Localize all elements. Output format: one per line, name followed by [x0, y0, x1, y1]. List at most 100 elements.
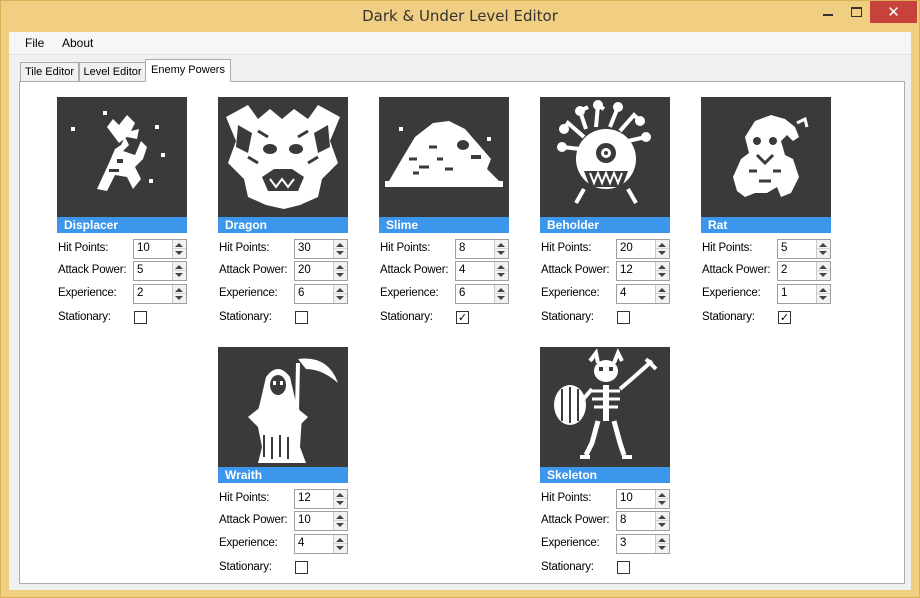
- menu-file[interactable]: File: [25, 36, 44, 50]
- stepper-arrows[interactable]: [816, 285, 830, 303]
- arrow-down-icon[interactable]: [497, 273, 505, 277]
- arrow-down-icon[interactable]: [175, 251, 183, 255]
- skeleton-icon[interactable]: [540, 347, 670, 467]
- stepper-arrows[interactable]: [655, 535, 669, 553]
- stepper-arrows[interactable]: [816, 262, 830, 280]
- arrow-down-icon[interactable]: [336, 296, 344, 300]
- arrow-up-icon[interactable]: [819, 243, 827, 247]
- hit-points-stepper[interactable]: 20: [616, 239, 670, 259]
- experience-stepper[interactable]: 4: [294, 534, 348, 554]
- attack-power-value[interactable]: 12: [620, 264, 633, 276]
- stepper-arrows[interactable]: [655, 490, 669, 508]
- arrow-up-icon[interactable]: [336, 538, 344, 542]
- tab-level-editor[interactable]: Level Editor: [79, 62, 146, 81]
- arrow-down-icon[interactable]: [658, 546, 666, 550]
- arrow-down-icon[interactable]: [336, 501, 344, 505]
- hit-points-stepper[interactable]: 8: [455, 239, 509, 259]
- arrow-up-icon[interactable]: [497, 265, 505, 269]
- stationary-checkbox[interactable]: [295, 311, 308, 324]
- experience-value[interactable]: 1: [781, 287, 787, 299]
- attack-power-stepper[interactable]: 2: [777, 261, 831, 281]
- arrow-down-icon[interactable]: [175, 273, 183, 277]
- minimize-button[interactable]: [813, 1, 843, 23]
- hit-points-value[interactable]: 10: [137, 242, 150, 254]
- hit-points-value[interactable]: 20: [620, 242, 633, 254]
- attack-power-stepper[interactable]: 4: [455, 261, 509, 281]
- attack-power-value[interactable]: 8: [620, 514, 626, 526]
- hit-points-stepper[interactable]: 30: [294, 239, 348, 259]
- hit-points-value[interactable]: 30: [298, 242, 311, 254]
- stepper-arrows[interactable]: [816, 240, 830, 258]
- stationary-checkbox[interactable]: [617, 311, 630, 324]
- arrow-up-icon[interactable]: [175, 243, 183, 247]
- stationary-checkbox[interactable]: [295, 561, 308, 574]
- arrow-down-icon[interactable]: [819, 296, 827, 300]
- tab-enemy-powers[interactable]: Enemy Powers: [145, 59, 231, 82]
- arrow-down-icon[interactable]: [497, 251, 505, 255]
- attack-power-stepper[interactable]: 10: [294, 511, 348, 531]
- stepper-arrows[interactable]: [333, 262, 347, 280]
- stepper-arrows[interactable]: [333, 490, 347, 508]
- hit-points-stepper[interactable]: 12: [294, 489, 348, 509]
- arrow-down-icon[interactable]: [336, 546, 344, 550]
- hit-points-value[interactable]: 10: [620, 492, 633, 504]
- arrow-down-icon[interactable]: [658, 296, 666, 300]
- arrow-up-icon[interactable]: [658, 515, 666, 519]
- arrow-up-icon[interactable]: [658, 243, 666, 247]
- stationary-checkbox-checked[interactable]: ✓: [456, 311, 469, 324]
- experience-value[interactable]: 3: [620, 537, 626, 549]
- stepper-arrows[interactable]: [333, 535, 347, 553]
- arrow-down-icon[interactable]: [658, 523, 666, 527]
- attack-power-stepper[interactable]: 12: [616, 261, 670, 281]
- attack-power-value[interactable]: 5: [137, 264, 143, 276]
- displacer-icon[interactable]: [57, 97, 187, 217]
- stepper-arrows[interactable]: [494, 240, 508, 258]
- experience-stepper[interactable]: 2: [133, 284, 187, 304]
- attack-power-stepper[interactable]: 5: [133, 261, 187, 281]
- stepper-arrows[interactable]: [172, 262, 186, 280]
- arrow-down-icon[interactable]: [658, 273, 666, 277]
- arrow-up-icon[interactable]: [819, 265, 827, 269]
- stepper-arrows[interactable]: [655, 240, 669, 258]
- stepper-arrows[interactable]: [655, 285, 669, 303]
- experience-stepper[interactable]: 6: [455, 284, 509, 304]
- attack-power-value[interactable]: 20: [298, 264, 311, 276]
- experience-stepper[interactable]: 3: [616, 534, 670, 554]
- arrow-down-icon[interactable]: [336, 273, 344, 277]
- arrow-up-icon[interactable]: [175, 288, 183, 292]
- title-bar[interactable]: Dark & Under Level Editor ✕: [1, 1, 919, 31]
- maximize-button[interactable]: [843, 1, 870, 23]
- arrow-up-icon[interactable]: [175, 265, 183, 269]
- hit-points-value[interactable]: 8: [459, 242, 465, 254]
- stepper-arrows[interactable]: [333, 285, 347, 303]
- attack-power-stepper[interactable]: 8: [616, 511, 670, 531]
- beholder-icon[interactable]: [540, 97, 670, 217]
- arrow-down-icon[interactable]: [336, 251, 344, 255]
- arrow-up-icon[interactable]: [336, 515, 344, 519]
- stepper-arrows[interactable]: [494, 262, 508, 280]
- arrow-up-icon[interactable]: [336, 243, 344, 247]
- arrow-up-icon[interactable]: [336, 288, 344, 292]
- slime-icon[interactable]: [379, 97, 509, 217]
- experience-value[interactable]: 4: [620, 287, 626, 299]
- arrow-up-icon[interactable]: [819, 288, 827, 292]
- hit-points-stepper[interactable]: 10: [133, 239, 187, 259]
- arrow-up-icon[interactable]: [658, 493, 666, 497]
- experience-stepper[interactable]: 6: [294, 284, 348, 304]
- experience-value[interactable]: 6: [459, 287, 465, 299]
- arrow-down-icon[interactable]: [658, 251, 666, 255]
- hit-points-stepper[interactable]: 10: [616, 489, 670, 509]
- arrow-down-icon[interactable]: [819, 273, 827, 277]
- experience-value[interactable]: 6: [298, 287, 304, 299]
- hit-points-value[interactable]: 12: [298, 492, 311, 504]
- arrow-down-icon[interactable]: [819, 251, 827, 255]
- stepper-arrows[interactable]: [333, 512, 347, 530]
- experience-value[interactable]: 2: [137, 287, 143, 299]
- wraith-icon[interactable]: [218, 347, 348, 467]
- tab-tile-editor[interactable]: Tile Editor: [20, 62, 79, 81]
- rat-icon[interactable]: [701, 97, 831, 217]
- attack-power-value[interactable]: 4: [459, 264, 465, 276]
- stepper-arrows[interactable]: [655, 512, 669, 530]
- stepper-arrows[interactable]: [655, 262, 669, 280]
- menu-about[interactable]: About: [62, 36, 93, 50]
